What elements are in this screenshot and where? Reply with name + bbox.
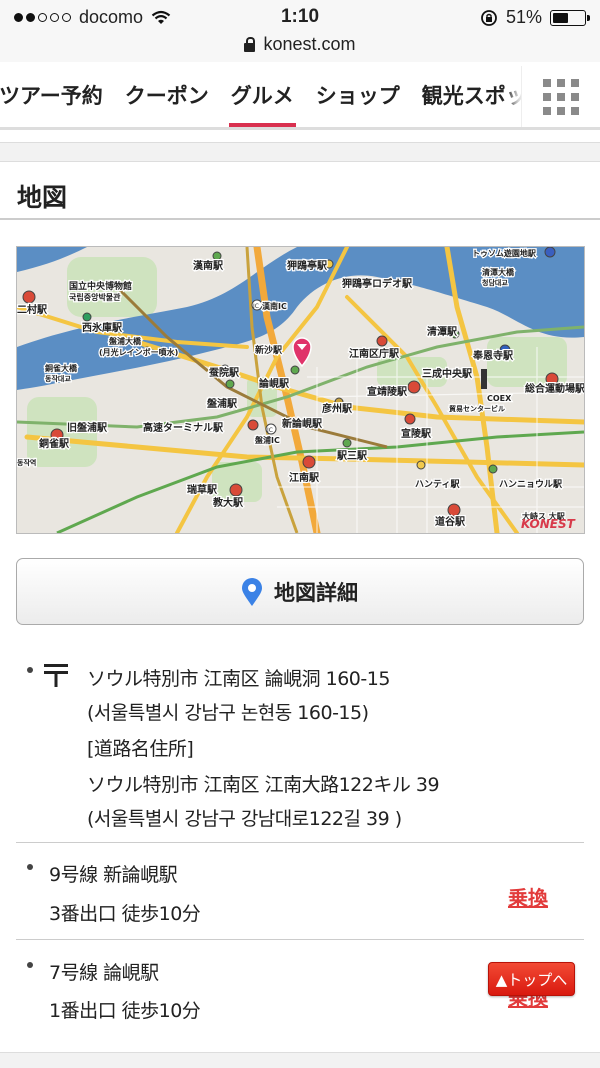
- map-label: 狎鴎亭ロデオ駅: [342, 277, 413, 290]
- map-label: 奉恩寺駅: [472, 349, 514, 362]
- map-label: 西氷庫駅: [82, 321, 123, 334]
- tab-list: ツアー予約 クーポン グルメ ショップ 観光スポット: [0, 66, 559, 127]
- map-label: 漢南IC: [262, 301, 287, 311]
- map-label: 銅雀駅: [39, 437, 70, 450]
- map-label: 駅三駅: [336, 450, 368, 462]
- access-station: 7号線 論峴駅: [49, 962, 159, 984]
- map-label: 高速ターミナル駅: [143, 421, 224, 434]
- map-label: COEX: [487, 394, 512, 403]
- map-label: 清潭駅: [427, 325, 458, 338]
- map-label: 청담대교: [482, 278, 508, 287]
- map-detail-label: 地図詳細: [274, 580, 358, 605]
- map-label: トゥソム遊園地駅: [472, 248, 537, 258]
- transfer-link[interactable]: 乗換: [508, 882, 548, 911]
- map-label: 道谷駅: [435, 515, 466, 528]
- footer-band: [0, 1052, 600, 1068]
- battery-icon: [550, 9, 590, 26]
- map-label: 二村駅: [17, 303, 48, 316]
- map-label: 宣靖陵駅: [367, 385, 408, 398]
- tab-shop[interactable]: ショップ: [305, 66, 411, 127]
- tab-tour[interactable]: ツアー予約: [0, 66, 114, 127]
- map-label: 蚕院駅: [208, 366, 240, 379]
- map-label: 宣陵駅: [401, 427, 432, 440]
- svg-text:IC: IC: [253, 303, 259, 310]
- map-pin-icon: [242, 577, 262, 606]
- address-line-korean: (서울특별시 강남구 논현동 160-15): [87, 702, 369, 724]
- map-label: 教大駅: [212, 496, 244, 509]
- postal-mark-icon: [44, 664, 68, 687]
- status-bar-right: 51%: [480, 7, 590, 28]
- map-label: ハンニョウル駅: [499, 479, 563, 490]
- rotation-lock-icon: [481, 9, 497, 26]
- map-label: 三成中央駅: [422, 367, 473, 380]
- access-exit: 3番出口 徒歩10分: [49, 903, 201, 925]
- map-detail-button[interactable]: 地図詳細: [16, 558, 584, 625]
- bullet: [27, 962, 33, 968]
- map-label: 清潭大橋: [482, 267, 515, 277]
- divider: [16, 842, 584, 843]
- section-divider: [0, 142, 600, 162]
- map-label: 銅雀大橋: [45, 363, 78, 373]
- map-label: ハンティ駅: [415, 479, 460, 490]
- bullet: [27, 864, 33, 870]
- map-label: 盤浦IC: [254, 435, 280, 445]
- battery-percent: 51%: [505, 7, 542, 27]
- svg-text:IC: IC: [267, 427, 273, 434]
- tab-coupon[interactable]: クーポン: [114, 66, 220, 127]
- map-watermark: KONEST: [521, 517, 576, 531]
- grid-menu-icon: [543, 78, 579, 115]
- map-label: 漢南駅: [193, 259, 224, 272]
- tab-gourmet[interactable]: グルメ: [220, 66, 305, 127]
- road-address-label: [道路名住所]: [87, 738, 194, 760]
- map-label: 동작역: [17, 458, 36, 467]
- bullet: [27, 667, 33, 673]
- url-text[interactable]: konest.com: [263, 34, 355, 55]
- map-label: 江南駅: [289, 471, 320, 484]
- category-tab-bar: ツアー予約 クーポン グルメ ショップ 観光スポット: [0, 66, 600, 130]
- road-address-korean: (서울특별시 강남구 강남대로122길 39 ): [87, 808, 402, 830]
- back-to-top-button[interactable]: ▲トップへ: [488, 962, 575, 996]
- map-label: 국립중앙박물관: [69, 292, 121, 302]
- map-label: 盤浦駅: [206, 397, 238, 410]
- map-label: 新沙駅: [255, 344, 283, 356]
- map-label: 論峴駅: [259, 377, 290, 390]
- map-label: 貿易センタービル: [449, 404, 505, 413]
- map-label: 新論峴駅: [282, 417, 323, 430]
- map-image[interactable]: IC IC 漢南駅 狎鴎亭駅 狎鴎亭ロデオ駅 トゥソム遊園地駅 清潭大橋 청담대…: [16, 246, 585, 534]
- status-bar: docomo 1:10 51%: [0, 0, 600, 34]
- lock-icon: [244, 36, 256, 52]
- map-label: 동작대교: [45, 374, 71, 383]
- address-line: ソウル特別市 江南区 論峴洞 160-15: [87, 668, 390, 690]
- url-bar[interactable]: konest.com: [0, 34, 600, 62]
- map-label: 狎鴎亭駅: [287, 259, 328, 272]
- map-label: 国立中央博物館: [69, 280, 132, 292]
- map-label: 江南区庁駅: [349, 347, 400, 360]
- map-label: 旧盤浦駅: [67, 421, 108, 434]
- map-label: (月光レインボー噴水): [99, 347, 178, 357]
- map-label: 彦州駅: [322, 402, 353, 415]
- grid-menu-button[interactable]: [521, 66, 600, 127]
- map-label: 瑞草駅: [187, 483, 218, 496]
- map-label: 総合運動場駅: [525, 382, 584, 395]
- section-title: 地図: [17, 183, 68, 212]
- map-label: 盤浦大橋: [108, 336, 142, 346]
- road-address-line: ソウル特別市 江南区 江南大路122キル 39: [87, 774, 440, 796]
- access-exit: 1番出口 徒歩10分: [49, 1000, 201, 1022]
- title-underline: [0, 218, 600, 220]
- divider: [16, 939, 584, 940]
- access-station: 9号線 新論峴駅: [49, 864, 178, 886]
